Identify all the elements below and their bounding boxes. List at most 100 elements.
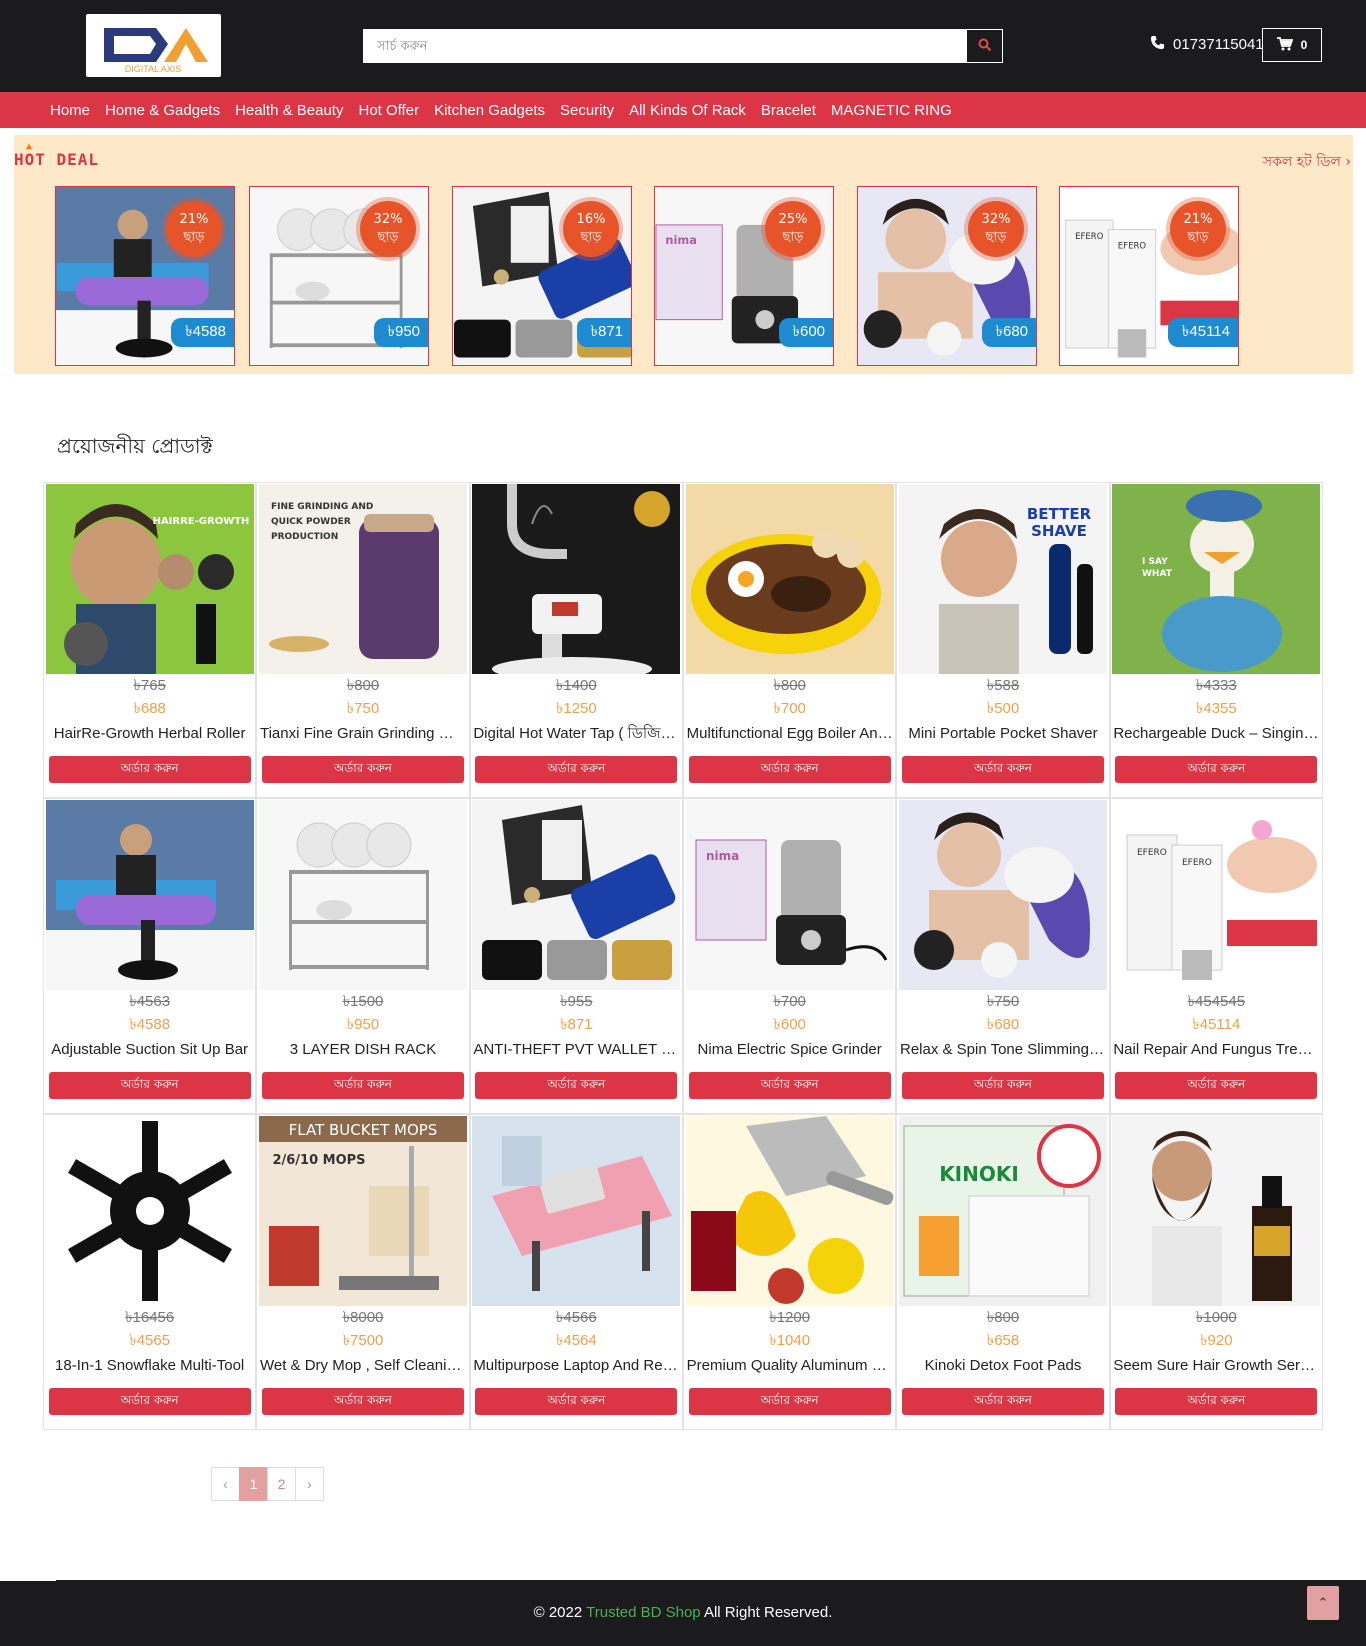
- order-button[interactable]: অর্ডার করুন: [1115, 1072, 1318, 1099]
- nav-item-security[interactable]: Security: [560, 102, 614, 119]
- product-card[interactable]: ৳4563 ৳4588 Adjustable Suction Sit Up Bar অ…: [43, 798, 257, 1114]
- product-image[interactable]: nima: [685, 800, 894, 990]
- order-button[interactable]: অর্ডার করুন: [48, 756, 251, 783]
- product-image[interactable]: [45, 800, 254, 990]
- product-card[interactable]: EFERO EFERO ৳454545 ৳45114 Nail Repair And F…: [1109, 798, 1323, 1114]
- product-name[interactable]: Rechargeable Duck – Singing Toy: [1113, 721, 1319, 747]
- product-image[interactable]: EFERO EFERO: [1112, 800, 1321, 990]
- product-name[interactable]: Multifunctional Egg Boiler And Fry Pan: [687, 721, 893, 747]
- product-card[interactable]: ৳16456 ৳4565 18-In-1 Snowflake Multi-Tool অ…: [43, 1114, 257, 1430]
- product-name[interactable]: Premium Quality Aluminum Juicer: [687, 1353, 893, 1379]
- product-image[interactable]: I SAY WHAT: [1112, 484, 1321, 674]
- product-name[interactable]: 18-In-1 Snowflake Multi-Tool: [47, 1353, 253, 1379]
- product-card[interactable]: FINE GRINDING AND QUICK POWDER PRODUCTION ৳…: [256, 482, 470, 798]
- order-button[interactable]: অর্ডার করুন: [1115, 1388, 1318, 1415]
- product-old-price: ৳800: [773, 677, 806, 694]
- product-name[interactable]: Adjustable Suction Sit Up Bar: [47, 1037, 253, 1063]
- pagination-page-1[interactable]: 1: [239, 1467, 268, 1501]
- product-card[interactable]: ৳4566 ৳4564 Multipurpose Laptop And Readin…: [469, 1114, 683, 1430]
- site-logo[interactable]: DIGITAL AXIS: [86, 14, 221, 77]
- product-image[interactable]: [685, 484, 894, 674]
- product-name[interactable]: HairRe-Growth Herbal Roller: [47, 721, 253, 747]
- cart-button[interactable]: 0: [1262, 28, 1322, 62]
- order-button[interactable]: অর্ডার করুন: [475, 1072, 678, 1099]
- order-button[interactable]: অর্ডার করুন: [901, 1388, 1104, 1415]
- order-button[interactable]: অর্ডার করুন: [901, 1072, 1104, 1099]
- product-image[interactable]: [898, 800, 1107, 990]
- hot-deal-card[interactable]: 32% ছাড় ৳950: [249, 186, 429, 366]
- product-image[interactable]: [45, 1116, 254, 1306]
- product-name[interactable]: Wet & Dry Mop , Self Cleaning Mop: [260, 1353, 466, 1379]
- hot-deal-card[interactable]: EFERO EFERO 21% ছাড় ৳45114: [1059, 186, 1239, 366]
- product-image[interactable]: HAIRRE-GROWTH: [45, 484, 254, 674]
- nav-item-home[interactable]: Home: [50, 102, 90, 119]
- product-name[interactable]: Relax & Spin Tone Slimming Massager: [900, 1037, 1106, 1063]
- product-image[interactable]: [258, 800, 467, 990]
- nav-item-health-beauty[interactable]: Health & Beauty: [235, 102, 343, 119]
- product-card[interactable]: ৳1500 ৳950 3 LAYER DISH RACK অর্ডার করুন: [256, 798, 470, 1114]
- product-card[interactable]: I SAY WHAT ৳4333 ৳4355 Rechargeable Duck – S…: [1109, 482, 1323, 798]
- order-button[interactable]: অর্ডার করুন: [688, 756, 891, 783]
- phone-number[interactable]: 01737115041: [1150, 33, 1264, 55]
- hot-deal-card[interactable]: nima 25% ছাড় ৳600: [654, 186, 834, 366]
- order-button[interactable]: অর্ডার করুন: [688, 1072, 891, 1099]
- pagination-page-2[interactable]: 2: [267, 1467, 296, 1501]
- hot-deal-card[interactable]: 21% ছাড় ৳4588: [55, 186, 235, 366]
- search-button[interactable]: [966, 29, 1003, 63]
- pagination-prev[interactable]: ‹: [211, 1467, 240, 1501]
- product-name[interactable]: Nima Electric Spice Grinder: [687, 1037, 893, 1063]
- order-button[interactable]: অর্ডার করুন: [261, 1072, 464, 1099]
- product-image[interactable]: FLAT BUCKET MOPS 2/6/10 MOPS: [258, 1116, 467, 1306]
- nav-item-magnetic-ring[interactable]: MAGNETIC RING: [831, 102, 952, 119]
- product-image[interactable]: [472, 800, 681, 990]
- order-button[interactable]: অর্ডার করুন: [475, 756, 678, 783]
- nav-item-bracelet[interactable]: Bracelet: [761, 102, 816, 119]
- product-name[interactable]: Kinoki Detox Foot Pads: [900, 1353, 1106, 1379]
- nav-item-kitchen-gadgets[interactable]: Kitchen Gadgets: [434, 102, 545, 119]
- product-card[interactable]: HAIRRE-GROWTH ৳765 ৳688 HairRe-Growth Herba…: [43, 482, 257, 798]
- nav-item-home-gadgets[interactable]: Home & Gadgets: [105, 102, 220, 119]
- order-button[interactable]: অর্ডার করুন: [688, 1388, 891, 1415]
- search-input[interactable]: [363, 29, 966, 63]
- scroll-to-top-button[interactable]: ⌃: [1307, 1586, 1339, 1620]
- product-image[interactable]: [472, 1116, 681, 1306]
- product-card[interactable]: ৳955 ৳871 ANTI-THEFT PVT WALLET CLIP অর্ডার…: [469, 798, 683, 1114]
- product-image[interactable]: FINE GRINDING AND QUICK POWDER PRODUCTION: [258, 484, 467, 674]
- product-name[interactable]: Seem Sure Hair Growth Serum: [1113, 1353, 1319, 1379]
- product-card[interactable]: ৳1400 ৳1250 Digital Hot Water Tap ( ডিজিটা…: [469, 482, 683, 798]
- order-button[interactable]: অর্ডার করুন: [1115, 756, 1318, 783]
- product-image[interactable]: KINOKI: [898, 1116, 1107, 1306]
- nav-item-all-kinds-of-rack[interactable]: All Kinds Of Rack: [629, 102, 746, 119]
- product-card[interactable]: FLAT BUCKET MOPS 2/6/10 MOPS ৳8000 ৳7500 Wet…: [256, 1114, 470, 1430]
- order-button[interactable]: অর্ডার করুন: [901, 756, 1104, 783]
- order-button[interactable]: অর্ডার করুন: [261, 1388, 464, 1415]
- product-image[interactable]: [472, 484, 681, 674]
- product-name[interactable]: Multipurpose Laptop And Reading Table: [473, 1353, 679, 1379]
- product-image[interactable]: BETTERSHAVE: [898, 484, 1107, 674]
- product-name[interactable]: ANTI-THEFT PVT WALLET CLIP: [473, 1037, 679, 1063]
- nav-item-hot-offer[interactable]: Hot Offer: [358, 102, 419, 119]
- product-name[interactable]: Mini Portable Pocket Shaver: [900, 721, 1106, 747]
- product-card[interactable]: ৳750 ৳680 Relax & Spin Tone Slimming Massa…: [896, 798, 1110, 1114]
- product-card[interactable]: KINOKI ৳800 ৳658 Kinoki Detox Foot Pads অর্ড…: [896, 1114, 1110, 1430]
- footer-brand-link[interactable]: Trusted BD Shop: [586, 1604, 701, 1621]
- product-name[interactable]: 3 LAYER DISH RACK: [260, 1037, 466, 1063]
- hot-deal-card[interactable]: 16% ছাড় ৳871: [452, 186, 632, 366]
- product-image[interactable]: [1112, 1116, 1321, 1306]
- order-button[interactable]: অর্ডার করুন: [48, 1072, 251, 1099]
- product-image[interactable]: [685, 1116, 894, 1306]
- product-card[interactable]: BETTER SHAVE ৳588 ৳500 Mini Portable Pocket …: [896, 482, 1110, 798]
- hot-deal-card[interactable]: 32% ছাড় ৳680: [857, 186, 1037, 366]
- product-card[interactable]: nima ৳700 ৳600 Nima Electric Spice Grinder অ…: [682, 798, 897, 1114]
- pagination-next[interactable]: ›: [295, 1467, 324, 1501]
- product-name[interactable]: Nail Repair And Fungus Treatment: [1113, 1037, 1319, 1063]
- all-hot-deals-link[interactable]: সকল হট ডিল ›: [1263, 150, 1351, 174]
- order-button[interactable]: অর্ডার করুন: [48, 1388, 251, 1415]
- product-name[interactable]: Tianxi Fine Grain Grinding Machine: [260, 721, 466, 747]
- order-button[interactable]: অর্ডার করুন: [475, 1388, 678, 1415]
- product-card[interactable]: ৳1000 ৳920 Seem Sure Hair Growth Serum অর্ড…: [1109, 1114, 1323, 1430]
- product-card[interactable]: ৳1200 ৳1040 Premium Quality Aluminum Juice…: [682, 1114, 897, 1430]
- product-card[interactable]: ৳800 ৳700 Multifunctional Egg Boiler And F…: [682, 482, 897, 798]
- order-button[interactable]: অর্ডার করুন: [261, 756, 464, 783]
- product-name[interactable]: Digital Hot Water Tap ( ডিজিটাল ): [473, 721, 679, 747]
